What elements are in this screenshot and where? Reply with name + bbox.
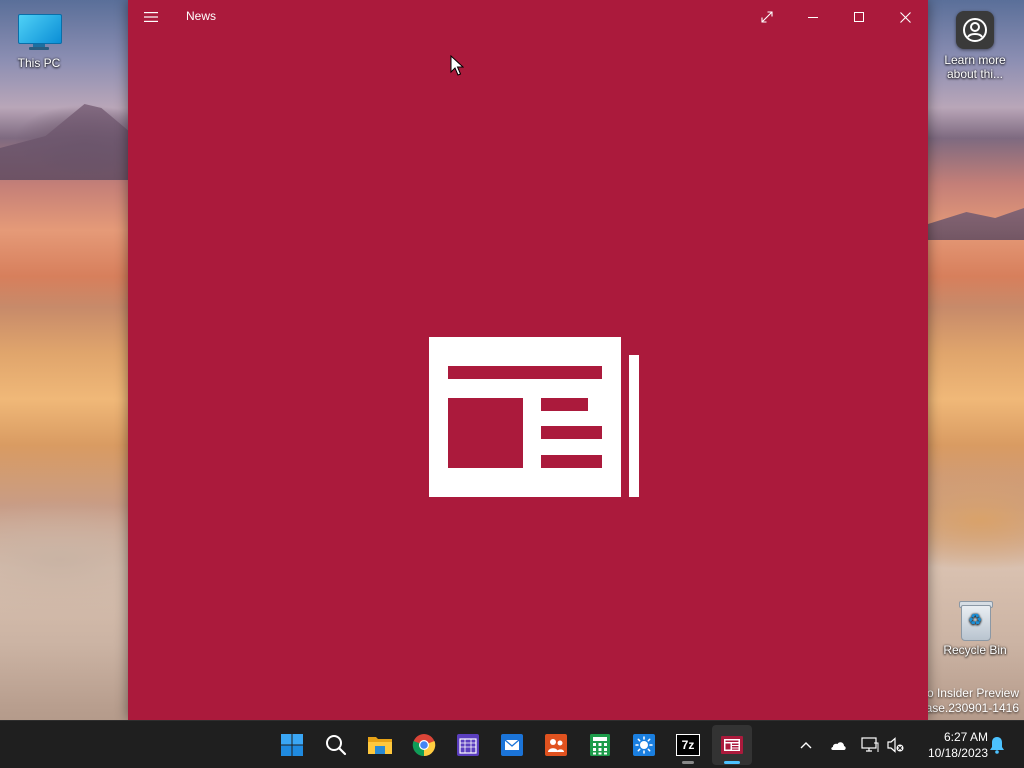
os-watermark: o Insider Preview ease.230901-1416 — [919, 686, 1019, 716]
clock-date: 10/18/2023 — [927, 746, 988, 760]
minimize-icon — [808, 17, 818, 18]
expand-icon — [761, 11, 773, 23]
notification-center-button[interactable] — [985, 731, 1009, 759]
network-icon — [861, 737, 879, 752]
close-icon — [899, 11, 911, 23]
folder-icon — [368, 737, 392, 754]
taskbar: 7z 6:27 AM 10/18/2023 — [0, 720, 1024, 768]
taskbar-calendar-button[interactable] — [448, 725, 488, 765]
newspaper-icon — [429, 337, 639, 497]
learn-more-icon — [956, 11, 994, 49]
taskbar-clock[interactable]: 6:27 AM 10/18/2023 — [912, 729, 988, 761]
chevron-up-icon — [800, 742, 812, 749]
clock-time: 6:27 AM — [943, 730, 988, 744]
onedrive-button[interactable] — [826, 731, 850, 759]
taskbar-chrome-button[interactable] — [404, 725, 444, 765]
desktop-icon-label: Learn more about thi... — [944, 53, 1006, 81]
weather-icon — [633, 734, 655, 756]
notification-bell-icon — [990, 737, 1004, 754]
taskbar-file-explorer-button[interactable] — [360, 725, 400, 765]
active-indicator — [724, 761, 740, 764]
mail-icon — [501, 734, 523, 756]
show-hidden-icons-button[interactable] — [794, 731, 818, 759]
taskbar-7zip-button[interactable]: 7z — [668, 725, 708, 765]
taskbar-mail-button[interactable] — [492, 725, 532, 765]
7zip-icon: 7z — [676, 734, 700, 756]
calculator-icon — [590, 734, 610, 756]
desktop-icon-learn-more[interactable]: Learn more about thi... — [937, 11, 1013, 81]
taskbar-weather-button[interactable] — [624, 725, 664, 765]
mouse-cursor-icon — [450, 55, 464, 76]
title-bar[interactable]: News — [128, 0, 928, 34]
watermark-line: ease.230901-1416 — [918, 701, 1019, 715]
minimize-button[interactable] — [790, 0, 836, 34]
maximize-button[interactable] — [836, 0, 882, 34]
running-indicator — [682, 761, 694, 764]
hamburger-menu-button[interactable] — [140, 7, 162, 27]
taskbar-news-button[interactable] — [712, 725, 752, 765]
people-icon — [545, 734, 567, 756]
recycle-bin-icon: ♻ — [958, 599, 993, 641]
desktop-icon-label: Recycle Bin — [943, 643, 1007, 657]
taskbar-search-button[interactable] — [316, 725, 356, 765]
volume-muted-icon — [887, 737, 904, 753]
window-title: News — [186, 9, 217, 23]
maximize-icon — [854, 12, 864, 22]
full-screen-button[interactable] — [744, 0, 790, 34]
hamburger-icon — [144, 12, 158, 22]
news-icon — [721, 736, 743, 754]
desktop-icon-label: This PC — [17, 56, 61, 70]
volume-button[interactable] — [884, 731, 908, 759]
chrome-icon — [412, 734, 436, 757]
news-app-window[interactable]: News — [128, 0, 928, 720]
watermark-line: o Insider Preview — [926, 686, 1019, 700]
monitor-icon — [18, 12, 62, 52]
desktop-icon-this-pc[interactable]: This PC — [1, 12, 77, 70]
search-icon — [326, 735, 347, 756]
taskbar-start-button[interactable] — [272, 725, 312, 765]
taskbar-people-button[interactable] — [536, 725, 576, 765]
calendar-icon — [457, 734, 479, 756]
network-button[interactable] — [858, 731, 882, 759]
desktop-icon-recycle-bin[interactable]: ♻ Recycle Bin — [937, 599, 1013, 657]
close-button[interactable] — [882, 0, 928, 34]
7zip-icon-label: 7z — [681, 738, 695, 752]
onedrive-cloud-icon — [831, 742, 846, 750]
windows-start-icon — [281, 734, 303, 756]
taskbar-calculator-button[interactable] — [580, 725, 620, 765]
